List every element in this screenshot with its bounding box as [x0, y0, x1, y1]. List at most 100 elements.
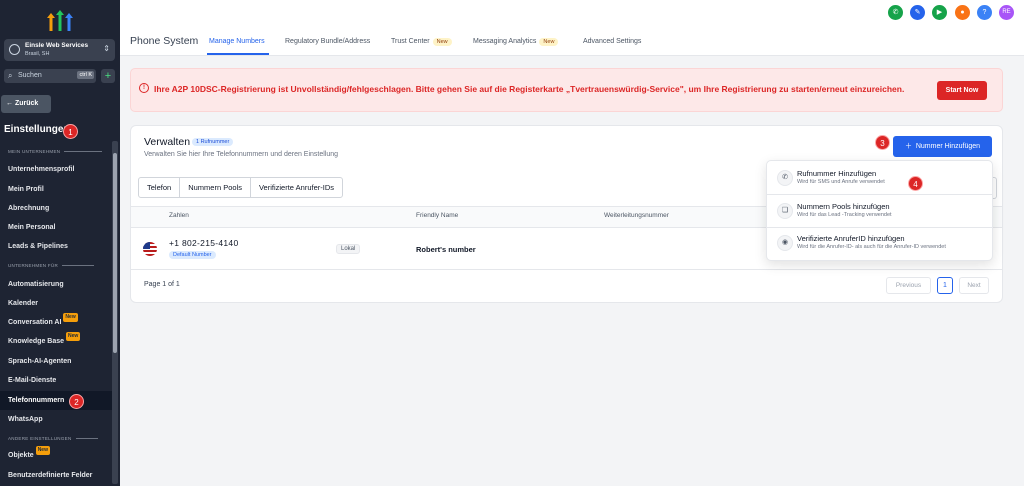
section-label: UNTERNEHMEN FÜR	[8, 263, 58, 268]
help-icon[interactable]: ?	[977, 5, 992, 20]
number-type-tabs: Telefon Nummern Pools Verifizierte Anruf…	[138, 177, 343, 198]
divider	[75, 438, 98, 439]
logo-icon	[47, 10, 73, 31]
menu-item-subtitle: Wird für die Anrufer-ID- als auch für di…	[797, 244, 946, 250]
menu-divider	[766, 227, 993, 228]
row-divider	[131, 269, 1002, 270]
new-badge: New	[35, 446, 50, 455]
us-flag-icon	[143, 242, 157, 256]
card-title: Verwalten	[144, 136, 191, 148]
page-info: Page 1 of 1	[144, 281, 180, 288]
active-tab-indicator	[207, 53, 269, 55]
tab-label: Messaging Analytics	[473, 38, 537, 45]
tab-verifizierte-anrufer-ids[interactable]: Verifizierte Anrufer-IDs	[251, 178, 342, 197]
scrollbar-thumb[interactable]	[113, 153, 117, 353]
new-badge: New	[63, 313, 78, 322]
sidebar-item-label: Conversation AI	[8, 319, 62, 326]
tab-messaging-analytics[interactable]: Messaging Analytics New	[473, 38, 559, 46]
column-zahlen: Zahlen	[169, 212, 189, 219]
menu-divider	[766, 194, 993, 195]
tab-telefon[interactable]: Telefon	[139, 178, 181, 197]
section-label: ANDERE EINSTELLUNGEN	[8, 436, 72, 441]
sidebar-scrollbar[interactable]	[112, 141, 118, 484]
pool-icon: ❏	[777, 203, 793, 219]
previous-button[interactable]: Previous	[886, 277, 931, 294]
sidebar-item-objekte[interactable]: ObjekteNew	[0, 446, 112, 465]
sidebar-item-leads-pipelines[interactable]: Leads & Pipelines	[0, 237, 112, 256]
search-placeholder: Suchen	[18, 72, 42, 79]
menu-item-subtitle: Wird für das Lead -Tracking verwendet	[797, 212, 892, 218]
megaphone-icon[interactable]: ▶	[932, 5, 947, 20]
back-button[interactable]: ← Zurück	[1, 95, 51, 113]
menu-item-title: Verifizierte AnruferID hinzufügen	[797, 234, 905, 243]
sidebar-item-label: Knowledge Base	[8, 338, 65, 345]
menu-item-title: Rufnummer Hinzufügen	[797, 169, 877, 178]
menu-item-subtitle: Wird für SMS und Anrufe verwendet	[797, 179, 885, 185]
sidebar-item-abrechnung[interactable]: Abrechnung	[0, 199, 112, 218]
sidebar: Einsle Web Services Brasil, SH ⇕ ⌕ Suche…	[0, 0, 120, 486]
alert-message: Ihre A2P 10DSC-Registrierung ist Unvolls…	[154, 84, 905, 94]
back-label: Zurück	[14, 100, 39, 107]
location-icon	[9, 44, 20, 55]
menu-item-add-number-pool[interactable]: ❏ Nummern Pools hinzufügen Wird für das …	[777, 199, 987, 229]
new-badge: New	[539, 38, 559, 46]
account-switcher[interactable]: Einsle Web Services Brasil, SH ⇕	[4, 39, 115, 61]
step-marker-3: 3	[875, 135, 890, 150]
new-badge: New	[432, 38, 452, 46]
sidebar-item-telefonnummern[interactable]: Telefonnummern	[0, 391, 112, 410]
default-number-badge: Default Number	[169, 251, 216, 259]
page-number-button[interactable]: 1	[937, 277, 953, 294]
new-badge: New	[66, 332, 81, 341]
avatar[interactable]: RE	[999, 5, 1014, 20]
tab-manage-numbers[interactable]: Manage Numbers	[209, 38, 265, 45]
tab-advanced-settings[interactable]: Advanced Settings	[583, 38, 641, 45]
sidebar-item-label: Objekte	[8, 452, 34, 459]
sidebar-item-e-mail-dienste[interactable]: E-Mail-Dienste	[0, 371, 112, 390]
chevron-updown-icon: ⇕	[103, 44, 110, 53]
tab-regulatory-bundle[interactable]: Regulatory Bundle/Address	[285, 38, 370, 45]
add-number-label: Nummer Hinzufügen	[915, 143, 981, 150]
sidebar-item-mein-personal[interactable]: Mein Personal	[0, 218, 112, 237]
account-name: Einsle Web Services	[25, 42, 89, 49]
bell-icon[interactable]: ●	[955, 5, 970, 20]
sidebar-item-automatisierung[interactable]: Automatisierung	[0, 275, 112, 294]
section-andere: ANDERE EINSTELLUNGEN	[8, 436, 98, 441]
friendly-name: Robert's number	[416, 245, 476, 254]
column-friendly-name: Friendly Name	[416, 212, 459, 219]
magic-wand-icon[interactable]: ✎	[910, 5, 925, 20]
step-marker-2: 2	[69, 394, 84, 409]
phone-number: +1 802-215-4140	[169, 238, 239, 248]
info-icon: !	[139, 83, 149, 93]
add-number-button[interactable]: ＋ Nummer Hinzufügen	[893, 136, 992, 157]
sidebar-item-whatsapp[interactable]: WhatsApp	[0, 410, 112, 429]
page-title: Phone System	[130, 35, 199, 47]
count-badge: 1 Rufnummer	[192, 138, 234, 146]
sidebar-item-conversation-ai[interactable]: Conversation AINew	[0, 313, 112, 332]
start-now-button[interactable]: Start Now	[937, 81, 987, 100]
sidebar-item-knowledge-base[interactable]: Knowledge BaseNew	[0, 332, 112, 351]
quick-add-button[interactable]: +	[101, 69, 115, 83]
menu-item-title: Nummern Pools hinzufügen	[797, 202, 890, 211]
tab-nummern-pools[interactable]: Nummern Pools	[180, 178, 251, 197]
phone-icon[interactable]: ✆	[888, 5, 903, 20]
search-input[interactable]: ⌕ Suchen ctrl K	[4, 69, 96, 83]
divider	[62, 265, 94, 266]
tab-trust-center[interactable]: Trust Center New	[391, 38, 452, 46]
eye-icon: ◉	[777, 235, 793, 251]
sidebar-item-benutzerdefinierte-felder[interactable]: Benutzerdefinierte Felder	[0, 466, 112, 485]
phone-add-icon: ✆	[777, 170, 793, 186]
sidebar-item-mein-profil[interactable]: Mein Profil	[0, 180, 112, 199]
sidebar-item-kalender[interactable]: Kalender	[0, 294, 112, 313]
section-label: MEIN UNTERNEHMEN	[8, 149, 61, 154]
number-type-badge: Lokal	[336, 244, 361, 254]
section-mein-unternehmen: MEIN UNTERNEHMEN	[8, 149, 103, 154]
next-button[interactable]: Next	[959, 277, 989, 294]
menu-item-add-phone-number[interactable]: ✆ Rufnummer Hinzufügen Wird für SMS und …	[777, 166, 987, 196]
column-weiterleitungsnummer: Weiterleitungsnummer	[604, 212, 669, 219]
plus-icon: ＋	[904, 143, 912, 150]
menu-item-add-verified-caller-id[interactable]: ◉ Verifizierte AnruferID hinzufügen Wird…	[777, 231, 987, 261]
sidebar-item-unternehmensprofil[interactable]: Unternehmensprofil	[0, 160, 112, 179]
step-marker-1: 1	[63, 124, 78, 139]
sidebar-item-sprach-ai-agenten[interactable]: Sprach-AI-Agenten	[0, 352, 112, 371]
settings-title: Einstellungen	[4, 124, 70, 135]
